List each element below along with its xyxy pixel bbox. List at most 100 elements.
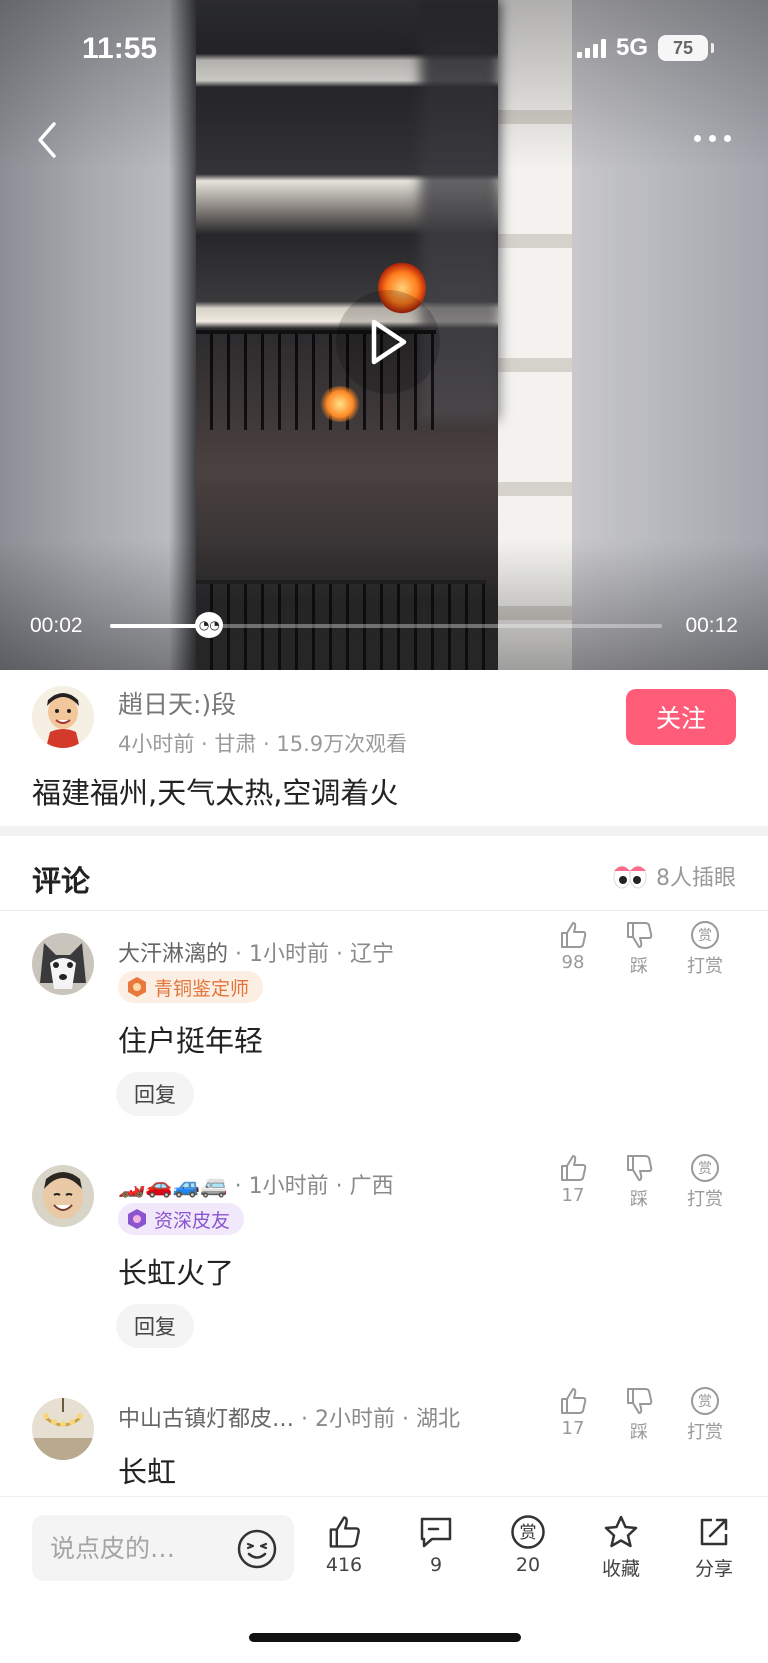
user-badge[interactable]: 资深皮友 [118, 1203, 245, 1235]
follow-button[interactable]: 关注 [626, 689, 736, 745]
commenter-avatar[interactable] [32, 1165, 94, 1227]
comment-location: 湖北 [416, 1407, 461, 1432]
reward-icon: 赏 [691, 1154, 719, 1182]
comment-reward-label: 打赏 [687, 1422, 723, 1443]
favorite-label: 收藏 [601, 1558, 640, 1580]
comments-title: 评论 [32, 864, 91, 898]
user-badge[interactable]: 青铜鉴定师 [118, 971, 264, 1003]
watching-count: 8人插眼 [656, 866, 736, 891]
eyes-icon [613, 865, 647, 889]
video-shade-top [0, 0, 768, 170]
more-dot-icon [694, 134, 701, 142]
thumbs-down-icon [627, 1388, 653, 1414]
reward-icon: 赏 [511, 1515, 545, 1549]
favorite-button[interactable]: 收藏 [586, 1514, 656, 1581]
thumbs-down-icon [627, 922, 653, 948]
comment-button[interactable]: 9 [401, 1514, 471, 1576]
comment-bubble-icon [420, 1517, 452, 1548]
comment-dislike-button[interactable]: 踩 [612, 1386, 666, 1444]
back-button[interactable] [28, 112, 68, 168]
divider [0, 910, 768, 911]
commenter-avatar[interactable] [32, 933, 94, 995]
reward-button[interactable]: 赏 20 [493, 1514, 563, 1576]
svg-text:赏: 赏 [698, 1394, 712, 1410]
comment-dislike-button[interactable]: 踩 [612, 920, 666, 978]
network-type: 5G [615, 34, 648, 61]
comment-time: 2小时前 [315, 1407, 396, 1432]
star-icon [604, 1515, 638, 1548]
more-dot-icon [724, 134, 731, 142]
comment-header: 大汗淋漓的 · 1小时前 · 辽宁 [118, 942, 395, 967]
video-current-time: 00:02 [30, 614, 83, 637]
battery-level: 75 [672, 37, 694, 58]
svg-text:赏: 赏 [698, 928, 712, 944]
video-shade-bottom [0, 540, 768, 670]
comment-time: 1小时前 [249, 942, 330, 967]
share-button[interactable]: 分享 [679, 1514, 749, 1581]
comment-reward-button[interactable]: 赏 打赏 [678, 1386, 732, 1444]
purple-medal-icon [128, 1209, 146, 1229]
commenter-avatar[interactable] [32, 1398, 94, 1460]
comment-reward-button[interactable]: 赏 打赏 [678, 1153, 732, 1211]
commenter-name[interactable]: 中山古镇灯都皮… [118, 1407, 294, 1432]
commenter-name[interactable]: 大汗淋漓的 [118, 942, 228, 967]
video-duration: 00:12 [685, 614, 738, 637]
author-avatar[interactable] [32, 686, 94, 748]
share-icon [700, 1518, 728, 1546]
svg-text:赏: 赏 [698, 1161, 712, 1177]
reply-button[interactable]: 回复 [116, 1072, 194, 1116]
status-indicators: 5G 75 [576, 34, 714, 62]
comment-reward-label: 打赏 [687, 956, 723, 977]
chevron-left-icon [38, 122, 56, 158]
comment-like-count: 17 [561, 1185, 585, 1206]
watching-indicator[interactable]: 8人插眼 [612, 860, 736, 892]
comment-reward-label: 打赏 [687, 1189, 723, 1210]
thumbs-up-icon [561, 1388, 587, 1414]
commenter-name[interactable]: 🏎️🚗🚙🚐 [118, 1174, 228, 1199]
reward-count: 20 [515, 1554, 541, 1576]
comment-like-button[interactable]: 17 [546, 1386, 600, 1439]
thumbs-up-icon [561, 922, 587, 948]
author-meta: 4小时前 · 甘肃 · 15.9万次观看 [118, 732, 408, 756]
comment-text: 住户挺年轻 [118, 1024, 264, 1058]
user-badge-label: 资深皮友 [154, 1209, 231, 1232]
comment-location: 辽宁 [350, 942, 395, 967]
play-button[interactable] [336, 290, 440, 394]
face-avatar-icon [32, 1165, 94, 1227]
more-options-button[interactable] [694, 130, 740, 146]
chandelier-avatar-icon [32, 1398, 94, 1460]
comment-like-button[interactable]: 98 [546, 920, 600, 973]
comment-header: 中山古镇灯都皮… · 2小时前 · 湖北 [118, 1407, 461, 1432]
video-progress-bar[interactable]: ◔◔ [110, 612, 662, 638]
reward-icon: 赏 [691, 921, 719, 949]
section-divider [0, 826, 768, 836]
status-time: 11:55 [82, 32, 158, 65]
svg-text:赏: 赏 [520, 1523, 537, 1543]
comment-dislike-button[interactable]: 踩 [612, 1153, 666, 1211]
signal-icon [576, 38, 606, 58]
emoji-icon [237, 1529, 277, 1569]
comment-input[interactable] [50, 1529, 230, 1567]
author-name[interactable]: 趙日天:)段 [118, 685, 236, 721]
emoji-button[interactable] [236, 1528, 278, 1570]
comment-dislike-label: 踩 [630, 1422, 648, 1443]
home-indicator[interactable] [249, 1633, 521, 1642]
comment-dislike-label: 踩 [630, 956, 648, 977]
battery-icon: 75 [658, 35, 714, 61]
play-icon [371, 319, 407, 365]
reply-button[interactable]: 回复 [116, 1304, 194, 1348]
comment-reward-button[interactable]: 赏 打赏 [678, 920, 732, 978]
comment-count: 9 [429, 1554, 443, 1576]
post-title: 福建福州,天气太热,空调着火 [32, 776, 399, 810]
reward-icon: 赏 [691, 1387, 719, 1415]
comment-like-count: 98 [561, 952, 585, 973]
like-count: 416 [325, 1554, 363, 1576]
thumbs-down-icon [627, 1155, 653, 1181]
comment-time: 1小时前 [248, 1174, 329, 1199]
comment-header: 🏎️🚗🚙🚐 · 1小时前 · 广西 [118, 1174, 394, 1199]
comment-like-button[interactable]: 17 [546, 1153, 600, 1206]
video-fire-small [318, 386, 362, 422]
share-label: 分享 [694, 1558, 733, 1580]
like-button[interactable]: 416 [309, 1514, 379, 1576]
thumbs-up-icon [561, 1155, 587, 1181]
